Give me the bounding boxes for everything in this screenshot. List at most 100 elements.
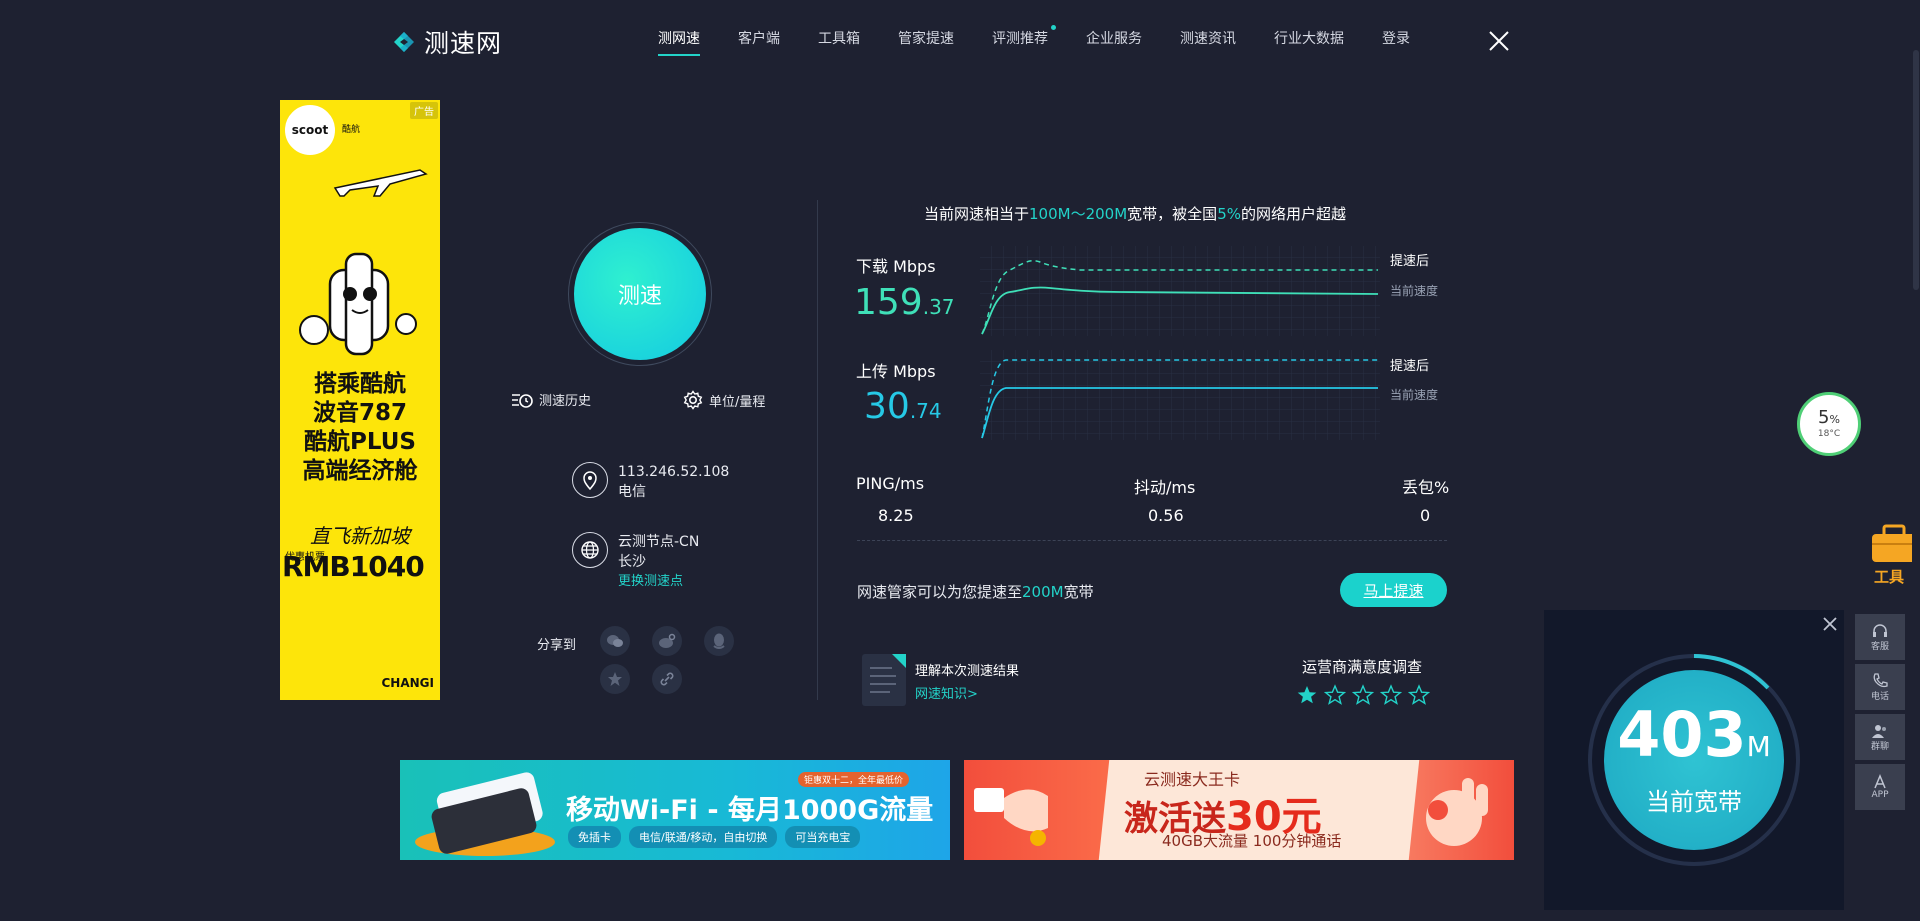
side-item-app[interactable]: APP xyxy=(1855,764,1905,810)
speed-summary: 当前网速相当于100M～200M宽带，被全国5%的网络用户超越 xyxy=(924,203,1346,224)
nav-item-toolbox[interactable]: 工具箱 xyxy=(818,28,860,56)
qq-icon[interactable] xyxy=(704,626,734,656)
nav-item-client[interactable]: 客户端 xyxy=(738,28,780,56)
boost-prefix: 网速管家可以为您提速至 xyxy=(857,583,1023,601)
hand-card-illustration xyxy=(974,788,1048,846)
star-empty-icon[interactable] xyxy=(1324,684,1346,706)
start-speedtest-button[interactable]: 测速 xyxy=(574,228,706,360)
share-label: 分享到 xyxy=(537,638,577,653)
jitter-label: 抖动/ms xyxy=(1134,478,1196,497)
nav-item-news[interactable]: 测速资讯 xyxy=(1180,28,1236,56)
link-icon[interactable] xyxy=(652,664,682,694)
history-link[interactable]: 测速历史 xyxy=(511,390,591,409)
units-link[interactable]: 单位/量程 xyxy=(683,390,765,410)
wifi-banner-ad[interactable]: 钜惠双十二，全年最低价 移动Wi-Fi - 每月1000G流量 免插卡 电信/联… xyxy=(400,760,950,860)
understand-result-title: 理解本次测速结果 xyxy=(915,664,1020,679)
wechat-icon[interactable] xyxy=(600,626,630,656)
loss-label: 丢包% xyxy=(1402,478,1450,497)
pocket-wifi-illustration xyxy=(415,772,555,856)
wifi-tag: 可当充电宝 xyxy=(785,826,861,848)
nav-item-enterprise[interactable]: 企业服务 xyxy=(1086,28,1142,56)
network-widget[interactable]: 5% 18°C xyxy=(1797,392,1861,456)
side-item-group[interactable]: 群聊 xyxy=(1855,714,1905,760)
nav-item-reviews[interactable]: 评测推荐 xyxy=(992,25,1056,56)
star-empty-icon[interactable] xyxy=(1352,684,1374,706)
boost-now-button[interactable]: 马上提速 xyxy=(1340,573,1447,607)
rating-stars xyxy=(1296,684,1430,706)
sim-card-banner-ad[interactable]: 云测速大王卡 激活送30元 40GB大流量 100分钟通话 xyxy=(964,760,1514,860)
side-item-label: 电话 xyxy=(1870,691,1889,702)
star-share-icon[interactable] xyxy=(600,664,630,694)
nav-item-bigdata[interactable]: 行业大数据 xyxy=(1274,28,1344,56)
nav-item-login[interactable]: 登录 xyxy=(1382,28,1410,56)
download-value: 159.37 xyxy=(854,282,955,323)
logo-icon xyxy=(390,28,418,56)
history-label: 测速历史 xyxy=(539,394,592,409)
ad-tag: 广告 xyxy=(410,102,438,119)
upload-dec: .74 xyxy=(909,399,942,423)
bandwidth-unit: M xyxy=(1746,729,1771,763)
upload-int: 30 xyxy=(864,386,910,427)
widget-percent: 5 xyxy=(1818,407,1830,428)
ad-headline-line: 搭乘酷航 xyxy=(314,371,406,397)
isp-name: 电信 xyxy=(618,484,646,500)
close-icon[interactable] xyxy=(1488,30,1510,52)
summary-middle: 宽带，被全国 xyxy=(1127,205,1218,223)
scrollbar-thumb[interactable] xyxy=(1913,50,1919,290)
units-label: 单位/量程 xyxy=(709,394,766,410)
star-empty-icon[interactable] xyxy=(1408,684,1430,706)
phone-icon xyxy=(1873,672,1888,687)
wifi-banner-title: 移动Wi-Fi - 每月1000G流量 xyxy=(566,795,934,826)
gear-icon xyxy=(683,390,703,410)
wifi-tag: 免插卡 xyxy=(568,826,621,848)
download-dec: .37 xyxy=(922,295,955,319)
bandwidth-label: 当前宽带 xyxy=(1646,787,1742,816)
change-node-link[interactable]: 更换测速点 xyxy=(618,572,699,592)
star-empty-icon[interactable] xyxy=(1380,684,1402,706)
app-download-icon xyxy=(1874,774,1886,789)
side-item-service[interactable]: 客服 xyxy=(1855,614,1905,660)
location-pin-icon xyxy=(572,462,608,498)
boost-suffix: 宽带 xyxy=(1063,583,1094,601)
download-legend-after: 提速后 xyxy=(1390,254,1430,269)
weibo-icon[interactable] xyxy=(652,626,682,656)
wifi-tag: 电信/联通/移动，自由切换 xyxy=(629,826,778,848)
nav-item-boost[interactable]: 管家提速 xyxy=(898,28,954,56)
side-item-label: 群聊 xyxy=(1870,741,1889,752)
boost-target: 200M xyxy=(1022,583,1064,601)
ad-brand-sub: 酷航 xyxy=(342,125,361,135)
side-menu: 客服 电话 群聊 APP xyxy=(1855,614,1905,814)
upload-legend-after: 提速后 xyxy=(1390,359,1430,374)
widget-temp: 18°C xyxy=(1817,429,1841,439)
upload-legend-current: 当前速度 xyxy=(1390,388,1439,402)
knowledge-link[interactable]: 网速知识> xyxy=(915,683,978,702)
ad-brand-logo: scoot xyxy=(282,102,338,158)
vertical-ad[interactable]: 广告 scoot 酷航 搭乘酷航 波音787 酷航PLUS 高端经济舱 直飞新加… xyxy=(280,100,440,700)
download-legend-current: 当前速度 xyxy=(1390,284,1439,298)
star-filled-icon[interactable] xyxy=(1296,684,1318,706)
popup-close-icon[interactable] xyxy=(1820,614,1840,634)
upload-label: 上传 Mbps xyxy=(856,362,936,381)
new-dot-icon xyxy=(1051,25,1056,30)
nav-item-speedtest[interactable]: 测网速 xyxy=(658,28,700,56)
brand-logo[interactable]: 测速网 xyxy=(390,24,502,60)
download-chart xyxy=(980,246,1380,336)
side-item-phone[interactable]: 电话 xyxy=(1855,664,1905,710)
stats-divider xyxy=(857,540,1447,541)
sim-banner-details: 40GB大流量 100分钟通话 xyxy=(1162,832,1342,850)
main-nav: 测网速 客户端 工具箱 管家提速 评测推荐 企业服务 测速资讯 行业大数据 登录 xyxy=(658,25,1448,56)
ad-headline-line: 酷航PLUS xyxy=(304,429,416,455)
wifi-banner-tags: 免插卡 电信/联通/移动，自由切换 可当充电宝 xyxy=(568,826,861,848)
widget-unit: % xyxy=(1829,413,1840,426)
ping-value: 8.25 xyxy=(878,506,914,525)
ad-headline-line: 高端经济舱 xyxy=(302,458,418,484)
group-chat-icon xyxy=(1872,724,1886,738)
ad-partner: CHANGI xyxy=(381,676,435,690)
upload-value: 30.74 xyxy=(864,386,942,427)
ok-hand-illustration xyxy=(1426,778,1488,846)
mascot-illustration xyxy=(299,252,417,356)
headset-icon xyxy=(1873,623,1887,637)
download-label: 下载 Mbps xyxy=(856,257,936,276)
brand-name: 测速网 xyxy=(424,29,503,58)
panel-divider xyxy=(817,200,818,700)
